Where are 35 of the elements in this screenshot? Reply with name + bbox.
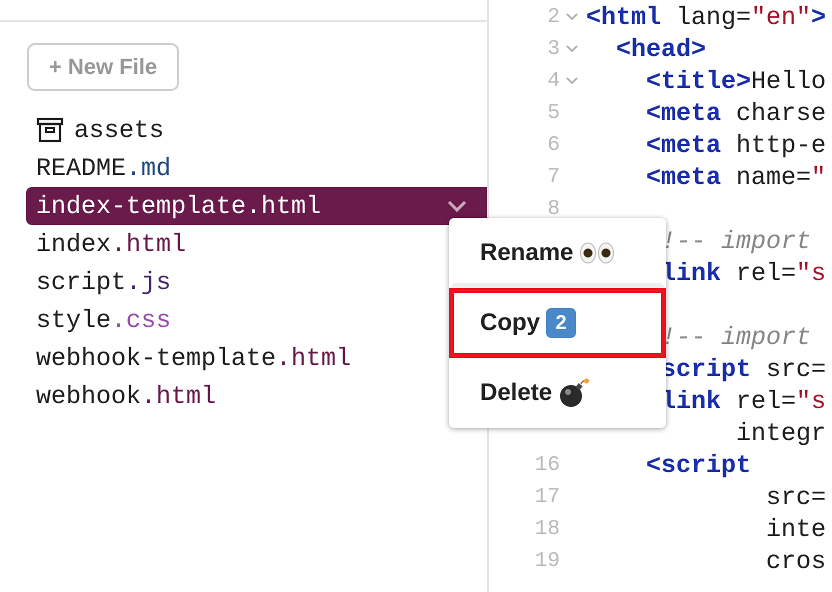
archive-box-icon (36, 117, 64, 143)
line-number: 7 (547, 166, 560, 188)
keycap-badge: 2 (546, 308, 576, 338)
line-number: 5 (547, 102, 560, 124)
fold-chevron-icon[interactable] (566, 45, 578, 53)
line-number: 3 (547, 38, 560, 60)
bomb-icon (558, 377, 590, 409)
code-line: src= (765, 482, 826, 512)
line-number: 6 (547, 134, 560, 156)
chevron-down-icon[interactable] (447, 200, 467, 212)
code-line: <title>Hello (645, 66, 826, 96)
line-number: 19 (534, 550, 560, 572)
file-item[interactable]: README.md (26, 149, 487, 187)
menu-item[interactable]: Copy 2 (449, 288, 666, 358)
code-line: <head> (615, 34, 706, 64)
menu-item[interactable]: Rename (449, 218, 666, 288)
code-line: <meta charse (645, 98, 826, 128)
code-line: <html lang="en"> (586, 2, 826, 32)
line-number: 2 (547, 6, 560, 28)
code-line: <meta name=" (645, 162, 826, 192)
code-line: integr (735, 418, 826, 448)
eyes-icon (579, 241, 616, 265)
code-line: <meta http-e (645, 130, 826, 160)
line-number: 18 (534, 518, 560, 540)
fold-chevron-icon[interactable] (566, 13, 578, 21)
line-number: 4 (547, 70, 560, 92)
code-line: inte (765, 514, 826, 544)
file-item[interactable]: index-template.html (26, 187, 487, 225)
file-item[interactable]: assets (26, 111, 487, 149)
line-number: 8 (547, 198, 560, 220)
code-line: <script (645, 450, 752, 480)
line-number: 16 (534, 454, 560, 476)
fold-chevron-icon[interactable] (566, 77, 578, 85)
line-number: 17 (534, 486, 560, 508)
code-line: cros (765, 546, 826, 576)
